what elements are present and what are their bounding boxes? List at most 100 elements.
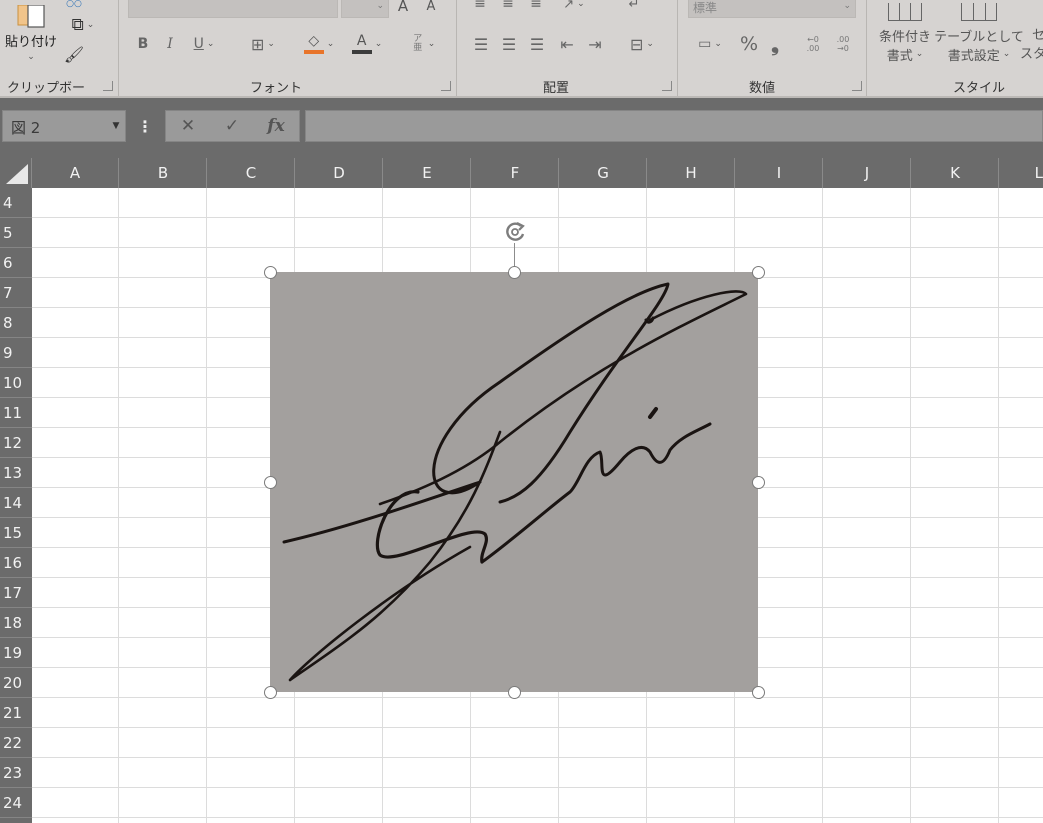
comma-button[interactable]: ❟: [764, 32, 786, 56]
column-header[interactable]: A: [32, 158, 119, 188]
row-header[interactable]: 11: [0, 398, 32, 428]
alignment-launcher-icon[interactable]: [662, 81, 672, 91]
merge-center-button[interactable]: ⊟ ⌄: [620, 32, 664, 56]
font-size-dropdown-icon[interactable]: ⌄: [376, 1, 384, 11]
row-header[interactable]: 10: [0, 368, 32, 398]
middle-align-button[interactable]: ≡: [498, 0, 518, 14]
underline-button[interactable]: U ⌄: [186, 32, 222, 56]
column-header[interactable]: H: [648, 158, 735, 188]
cell-styles-button[interactable]: セ スタ: [1020, 0, 1043, 66]
row-header[interactable]: 7: [0, 278, 32, 308]
shrink-font-button[interactable]: A: [422, 0, 440, 16]
number-format-combo[interactable]: 標準 ⌄: [688, 0, 856, 18]
row-header[interactable]: 5: [0, 218, 32, 248]
paste-dropdown-icon[interactable]: ⌄: [27, 52, 35, 62]
format-painter-button[interactable]: 🖌: [62, 42, 86, 66]
font-launcher-icon[interactable]: [441, 81, 451, 91]
bold-button[interactable]: B: [133, 32, 153, 56]
merge-center-dropdown-icon[interactable]: ⌄: [646, 39, 654, 49]
resize-handle-right[interactable]: [752, 476, 765, 489]
column-header[interactable]: G: [560, 158, 647, 188]
row-header[interactable]: 16: [0, 548, 32, 578]
column-header[interactable]: C: [208, 158, 295, 188]
percent-button[interactable]: %: [738, 32, 760, 56]
row-header[interactable]: 18: [0, 608, 32, 638]
conditional-formatting-dropdown-icon[interactable]: ⌄: [916, 49, 924, 59]
row-header[interactable]: 14: [0, 488, 32, 518]
align-right-button[interactable]: ☰: [526, 32, 548, 56]
row-header[interactable]: 6: [0, 248, 32, 278]
clipboard-launcher-icon[interactable]: [103, 81, 113, 91]
phonetic-dropdown-icon[interactable]: ⌄: [428, 39, 436, 49]
row-header[interactable]: 20: [0, 668, 32, 698]
accounting-dropdown-icon[interactable]: ⌄: [714, 39, 722, 49]
column-header[interactable]: E: [384, 158, 471, 188]
copy-dropdown-icon[interactable]: ⌄: [87, 20, 95, 30]
column-header[interactable]: I: [736, 158, 823, 188]
decrease-decimal-button[interactable]: .00 →0: [830, 32, 856, 56]
font-name-combo[interactable]: [128, 0, 338, 18]
formula-bar-options-icon[interactable]: ⋮: [137, 110, 153, 142]
increase-decimal-button[interactable]: ←0 .00: [800, 32, 826, 56]
fill-color-button[interactable]: ◇ ⌄: [296, 30, 342, 58]
number-launcher-icon[interactable]: [852, 81, 862, 91]
signature-picture[interactable]: [270, 272, 758, 692]
column-header[interactable]: F: [472, 158, 559, 188]
insert-function-button[interactable]: fx: [256, 111, 296, 141]
paste-button[interactable]: 貼り付け ⌄: [2, 0, 60, 66]
row-header[interactable]: 13: [0, 458, 32, 488]
column-header[interactable]: J: [824, 158, 911, 188]
font-color-dropdown-icon[interactable]: ⌄: [375, 39, 383, 49]
underline-dropdown-icon[interactable]: ⌄: [207, 39, 215, 49]
number-format-dropdown-icon[interactable]: ⌄: [843, 1, 851, 11]
resize-handle-top-right[interactable]: [752, 266, 765, 279]
row-header[interactable]: 15: [0, 518, 32, 548]
format-as-table-dropdown-icon[interactable]: ⌄: [1003, 49, 1011, 59]
font-size-combo[interactable]: ⌄: [341, 0, 389, 18]
row-header[interactable]: 8: [0, 308, 32, 338]
wrap-text-button[interactable]: ↵: [622, 0, 646, 14]
column-header[interactable]: B: [120, 158, 207, 188]
row-header[interactable]: 9: [0, 338, 32, 368]
accounting-format-button[interactable]: ▭ ⌄: [690, 32, 730, 56]
italic-button[interactable]: I: [160, 32, 180, 56]
column-header[interactable]: D: [296, 158, 383, 188]
row-header[interactable]: 22: [0, 728, 32, 758]
row-header[interactable]: 23: [0, 758, 32, 788]
row-header[interactable]: 12: [0, 428, 32, 458]
column-header[interactable]: K: [912, 158, 999, 188]
grow-font-button[interactable]: A: [394, 0, 412, 16]
resize-handle-bottom[interactable]: [508, 686, 521, 699]
increase-indent-button[interactable]: ⇥: [584, 32, 606, 56]
row-header[interactable]: 19: [0, 638, 32, 668]
top-align-button[interactable]: ≡: [470, 0, 490, 14]
decrease-indent-button[interactable]: ⇤: [556, 32, 578, 56]
copy-button[interactable]: ⧉ ⌄: [62, 12, 104, 38]
row-header[interactable]: 17: [0, 578, 32, 608]
rotate-handle[interactable]: [500, 218, 530, 246]
bottom-align-button[interactable]: ≡: [526, 0, 546, 14]
select-all-button[interactable]: [0, 158, 32, 188]
formula-input[interactable]: [305, 110, 1043, 142]
cut-button[interactable]: ○○: [64, 0, 84, 9]
column-header[interactable]: L: [1000, 158, 1043, 188]
align-center-button[interactable]: ☰: [498, 32, 520, 56]
phonetic-button[interactable]: ア亜 ⌄: [402, 32, 444, 56]
conditional-formatting-button[interactable]: 条件付き 書式 ⌄: [870, 0, 940, 66]
row-header[interactable]: 21: [0, 698, 32, 728]
borders-button[interactable]: ⊞ ⌄: [242, 32, 284, 56]
row-header[interactable]: 4: [0, 188, 32, 218]
cancel-entry-button[interactable]: ✕: [168, 111, 208, 141]
resize-handle-top[interactable]: [508, 266, 521, 279]
resize-handle-top-left[interactable]: [264, 266, 277, 279]
resize-handle-bottom-left[interactable]: [264, 686, 277, 699]
row-header[interactable]: 24: [0, 788, 32, 818]
fill-color-dropdown-icon[interactable]: ⌄: [327, 39, 335, 49]
borders-dropdown-icon[interactable]: ⌄: [267, 39, 275, 49]
font-color-button[interactable]: A ⌄: [344, 30, 390, 58]
align-left-button[interactable]: ☰: [470, 32, 492, 56]
resize-handle-bottom-right[interactable]: [752, 686, 765, 699]
orientation-button[interactable]: ↗ ⌄: [556, 0, 592, 14]
name-box-dropdown-icon[interactable]: ▼: [106, 110, 126, 142]
resize-handle-left[interactable]: [264, 476, 277, 489]
